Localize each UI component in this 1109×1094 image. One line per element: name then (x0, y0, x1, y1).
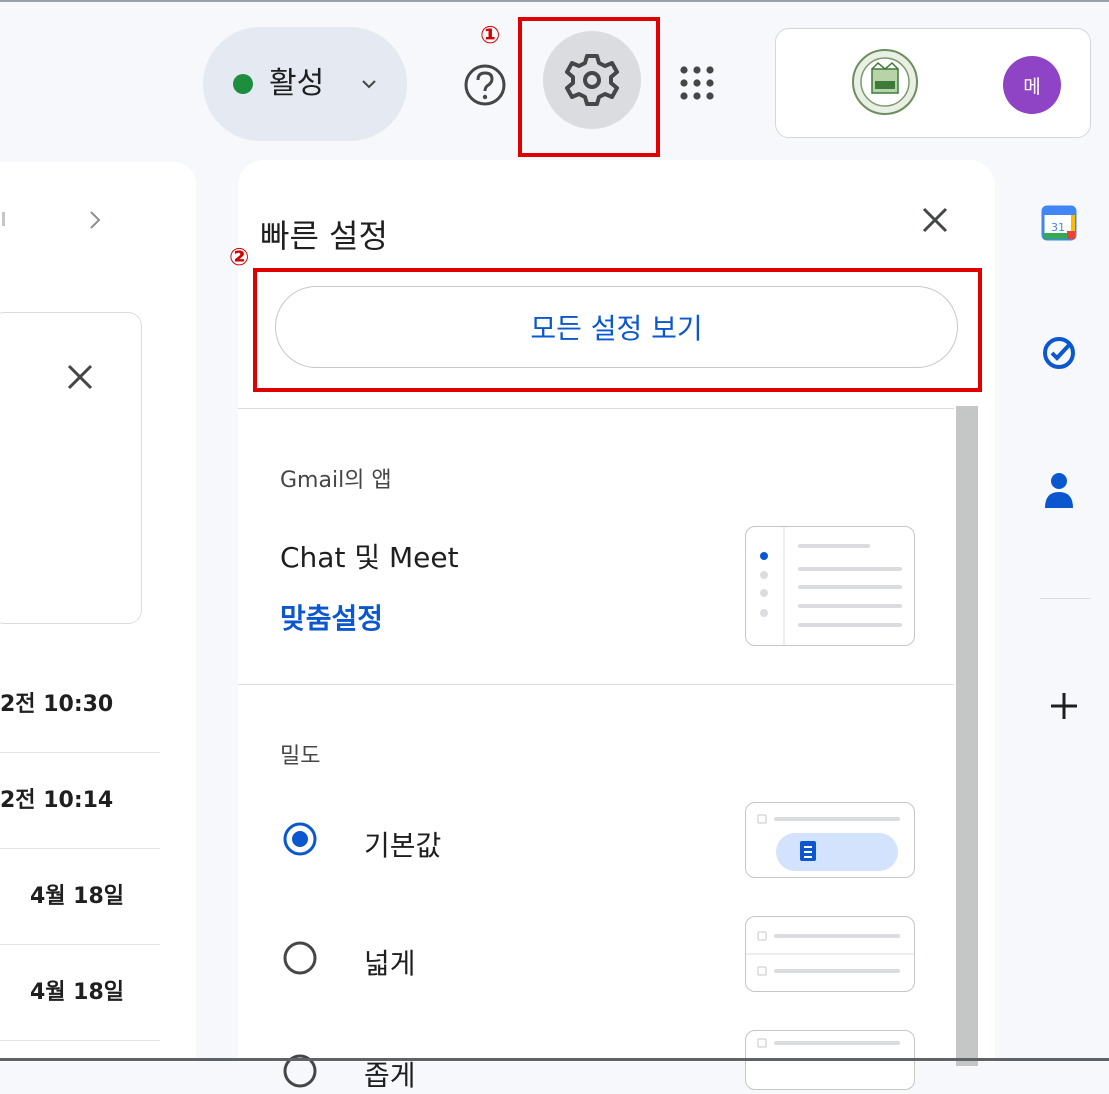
chat-meet-label: Chat 및 Meet (280, 541, 459, 574)
account-switcher[interactable]: 메 (775, 28, 1091, 138)
list-item[interactable]: 4월 18일 (0, 946, 160, 1041)
close-icon[interactable] (918, 203, 952, 237)
radio-comfortable[interactable] (282, 940, 318, 976)
list-item[interactable]: 2전 10:14 (0, 754, 160, 849)
layout-preview-icon (760, 527, 902, 645)
add-icon[interactable] (1048, 690, 1080, 722)
chevron-right-icon[interactable] (86, 205, 106, 235)
apps-grid-icon[interactable] (679, 65, 715, 101)
status-button[interactable]: 활성 (203, 27, 407, 141)
calendar-icon[interactable]: 31 (1041, 205, 1077, 241)
svg-text:31: 31 (1051, 221, 1065, 234)
notice-card (0, 312, 142, 624)
density-option-label[interactable]: 기본값 (364, 824, 441, 864)
density-preview-icon (757, 814, 900, 871)
divider (238, 408, 954, 409)
organization-seal-logo (852, 49, 918, 115)
help-icon[interactable] (462, 62, 508, 108)
highlight-box-settings (518, 17, 660, 157)
density-comfortable-preview (745, 916, 915, 992)
density-default-preview (745, 802, 915, 878)
density-section-heading: 밀도 (280, 744, 321, 769)
step-1-marker: ① (480, 21, 501, 49)
apps-section-heading: Gmail의 앱 (280, 468, 392, 493)
density-option-label[interactable]: 넓게 (364, 942, 416, 982)
customize-link[interactable]: 맞춤설정 (280, 597, 383, 637)
chevron-down-icon (362, 80, 376, 89)
mail-time: 4월 18일 (29, 884, 124, 909)
status-label: 활성 (269, 66, 325, 101)
mail-time: 2전 10:30 (0, 692, 114, 717)
list-item[interactable]: 2전 10:30 (0, 658, 160, 753)
contacts-icon[interactable] (1043, 470, 1075, 510)
rail-divider (1040, 598, 1090, 599)
divider (238, 684, 954, 685)
panel-title: 빠른 설정 (260, 217, 388, 255)
window-top-border (0, 0, 1109, 2)
mail-list-panel: 2전 10:30 2전 10:14 4월 18일 4월 18일 (0, 162, 196, 1062)
tasks-icon[interactable] (1042, 336, 1076, 370)
chat-meet-preview (745, 526, 915, 646)
status-dot (233, 74, 253, 94)
step-2-marker: ② (229, 243, 250, 271)
close-icon[interactable] (65, 362, 95, 392)
nav-fragment (2, 212, 5, 226)
density-preview-icon (746, 931, 914, 976)
highlight-box-all-settings (253, 268, 982, 392)
mail-time: 4월 18일 (29, 980, 124, 1005)
list-item[interactable]: 4월 18일 (0, 850, 160, 945)
scrollbar-thumb[interactable] (956, 406, 978, 1066)
radio-default[interactable] (282, 821, 318, 857)
mail-time: 2전 10:14 (0, 788, 114, 813)
avatar[interactable]: 메 (1003, 56, 1061, 114)
